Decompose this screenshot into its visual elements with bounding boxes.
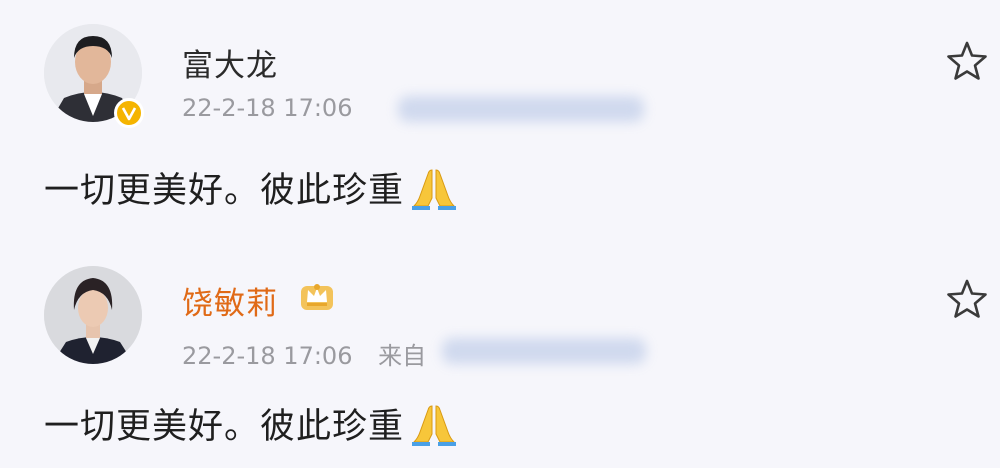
folded-hands-emoji-icon <box>410 400 458 448</box>
post-source-label: 来自 <box>378 342 427 370</box>
weibo-post: 富大龙 22-2-18 17:06 一切更美好。彼此珍重 <box>0 0 1000 230</box>
post-time[interactable]: 22-2-18 17:06 <box>182 342 352 370</box>
blurred-source <box>398 96 644 122</box>
post-meta: 22-2-18 17:06 <box>182 94 370 122</box>
avatar[interactable] <box>44 266 142 364</box>
author-name[interactable]: 富大龙 <box>182 40 278 85</box>
crown-badge-icon <box>298 278 336 312</box>
folded-hands-emoji-icon <box>410 164 458 212</box>
post-content: 一切更美好。彼此珍重 <box>44 398 458 449</box>
post-text: 一切更美好。彼此珍重 <box>44 407 405 447</box>
post-meta: 22-2-18 17:06 来自 <box>182 336 426 371</box>
author-name[interactable]: 饶敏莉 <box>182 278 278 323</box>
post-time[interactable]: 22-2-18 17:06 <box>182 94 352 122</box>
star-icon[interactable] <box>946 278 988 320</box>
post-content: 一切更美好。彼此珍重 <box>44 162 458 213</box>
verified-badge-icon <box>114 98 144 128</box>
blurred-source <box>442 338 646 364</box>
star-icon[interactable] <box>946 40 988 82</box>
post-text: 一切更美好。彼此珍重 <box>44 171 405 211</box>
weibo-post: 饶敏莉 22-2-18 17:06 来自 一切更美好。彼此珍重 <box>0 238 1000 468</box>
